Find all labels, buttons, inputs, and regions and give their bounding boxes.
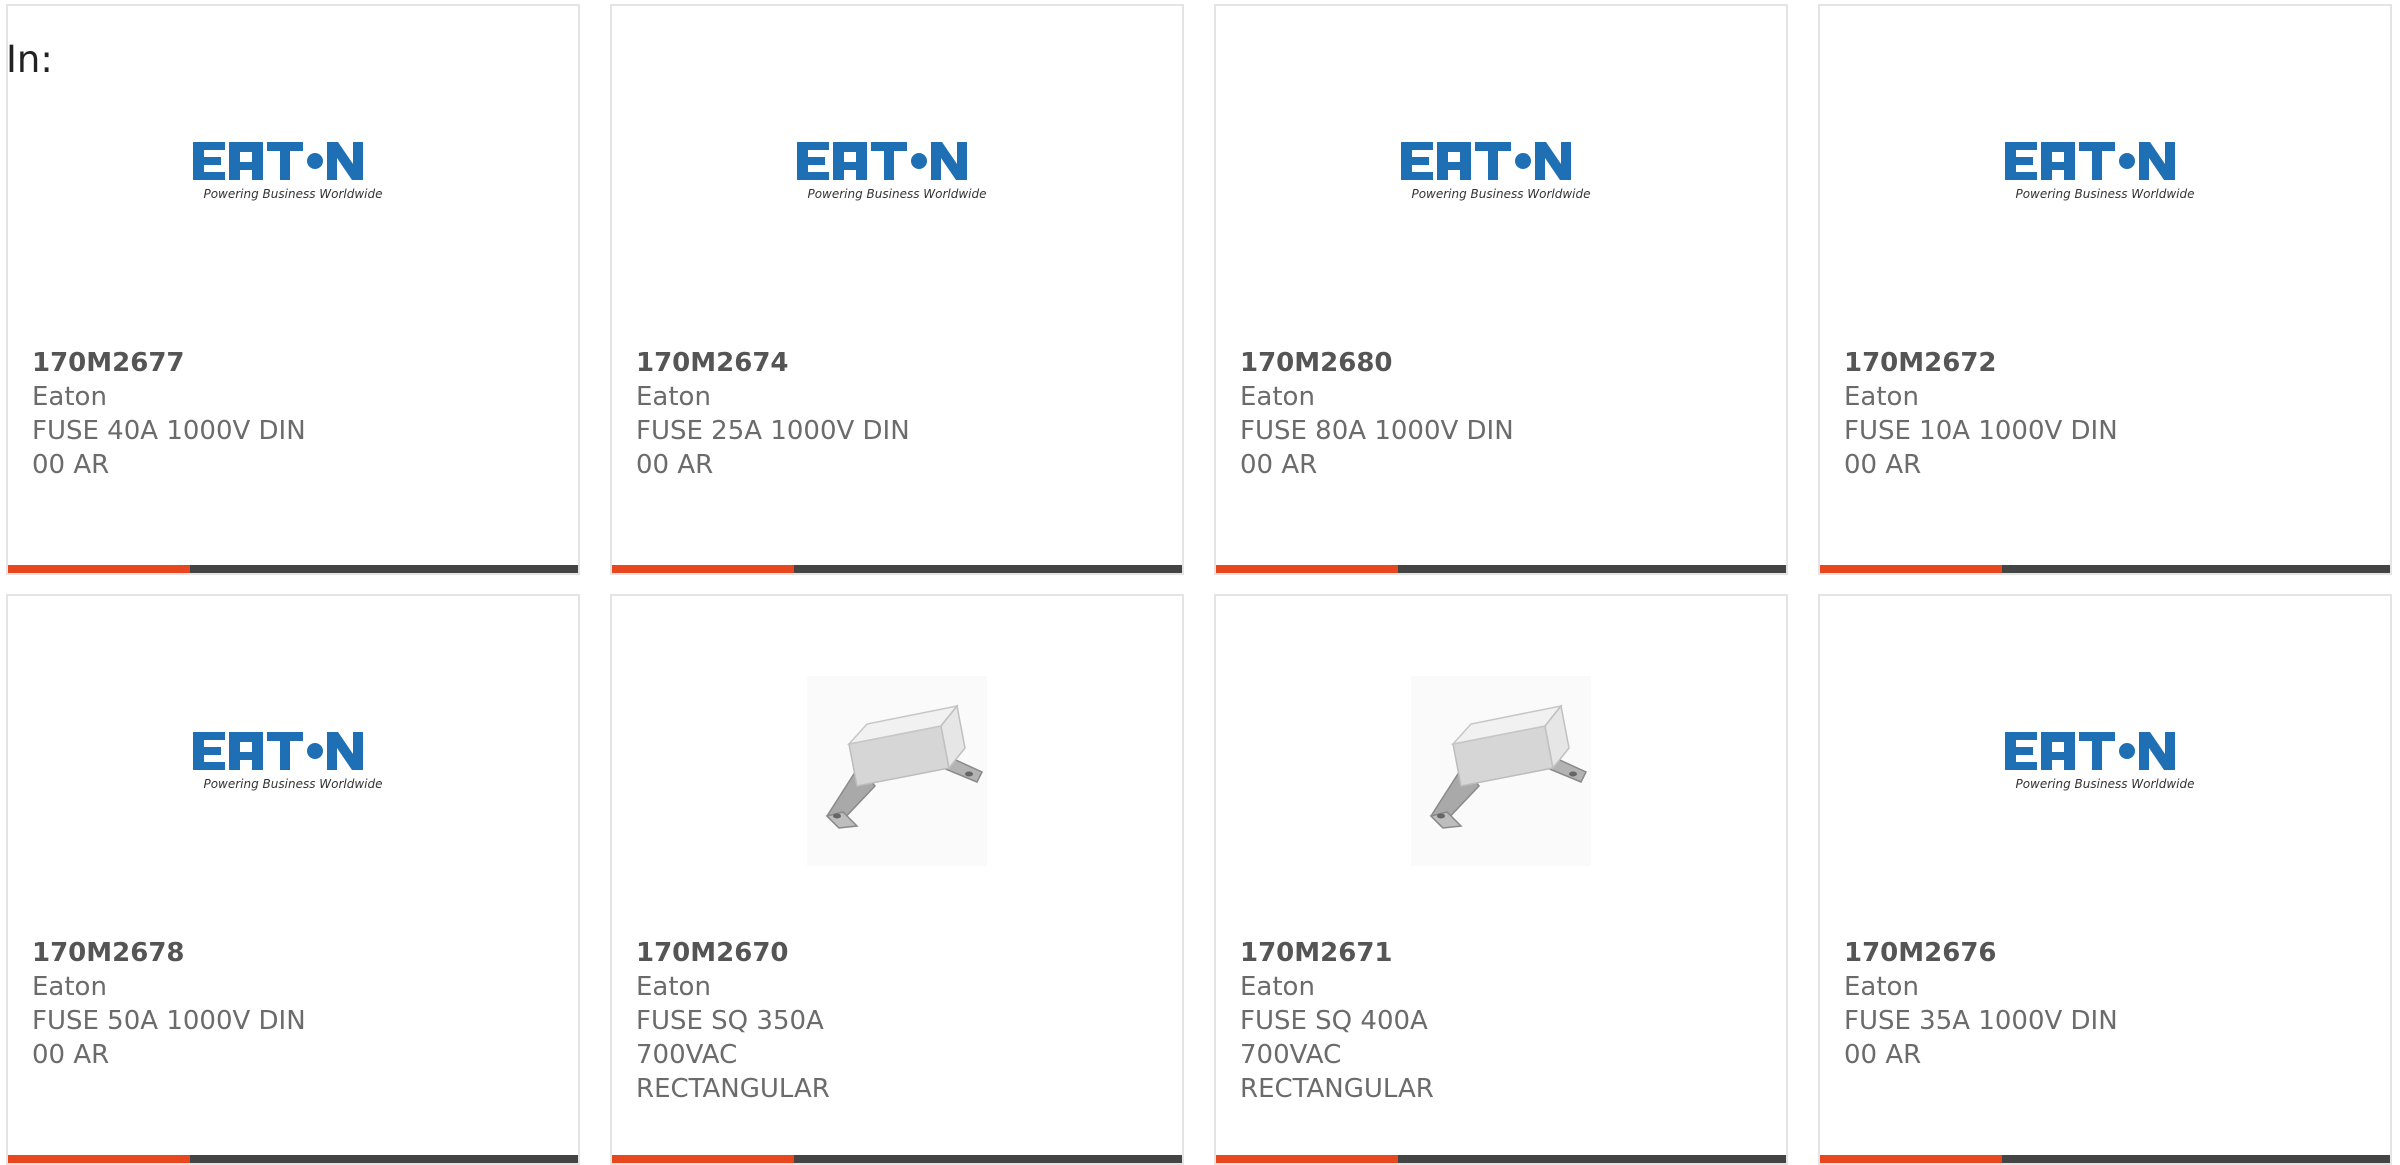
product-brand: Eaton	[1240, 382, 1315, 412]
fuse-photo	[1411, 676, 1591, 866]
product-part-number[interactable]: 170M2677	[32, 346, 558, 380]
card-accent-bar	[1820, 565, 2002, 573]
product-card[interactable]: Powering Business Worldwide 170M2680 Eaton…	[1214, 4, 1788, 575]
product-info: 170M2680 Eaton FUSE 80A 1000V DIN 00 AR	[1240, 346, 1766, 482]
eaton-logo: Powering Business Worldwide	[193, 142, 383, 201]
product-card[interactable]: 170M2671 Eaton FUSE SQ 400A 700VAC RECTANG…	[1214, 594, 1788, 1165]
product-info: 170M2672 Eaton FUSE 10A 1000V DIN 00 AR	[1844, 346, 2370, 482]
product-brand: Eaton	[1844, 972, 1919, 1002]
product-brand: Eaton	[32, 972, 107, 1002]
product-info: 170M2677 Eaton FUSE 40A 1000V DIN 00 AR	[32, 346, 558, 482]
eaton-logo: Powering Business Worldwide	[193, 732, 383, 791]
product-grid: Powering Business Worldwide 170M2677 Eaton…	[6, 4, 2400, 1165]
eaton-logo: Powering Business Worldwide	[1401, 142, 1591, 201]
product-info: 170M2676 Eaton FUSE 35A 1000V DIN 00 AR	[1844, 936, 2370, 1072]
product-description: FUSE SQ 350A 700VAC RECTANGULAR	[636, 1006, 830, 1104]
page-heading: In:	[6, 38, 53, 81]
product-description: FUSE SQ 400A 700VAC RECTANGULAR	[1240, 1006, 1434, 1104]
product-part-number[interactable]: 170M2671	[1240, 936, 1766, 970]
card-accent-bar	[1216, 1155, 1398, 1163]
product-part-number[interactable]: 170M2676	[1844, 936, 2370, 970]
card-accent-bar	[8, 565, 190, 573]
product-part-number[interactable]: 170M2678	[32, 936, 558, 970]
product-brand: Eaton	[32, 382, 107, 412]
product-part-number[interactable]: 170M2674	[636, 346, 1162, 380]
product-description: FUSE 10A 1000V DIN 00 AR	[1844, 416, 2118, 480]
product-brand: Eaton	[636, 382, 711, 412]
eaton-logo: Powering Business Worldwide	[2005, 142, 2195, 201]
eaton-tagline: Powering Business Worldwide	[2015, 187, 2194, 201]
product-card[interactable]: 170M2670 Eaton FUSE SQ 350A 700VAC RECTANG…	[610, 594, 1184, 1165]
product-info: 170M2670 Eaton FUSE SQ 350A 700VAC RECTANG…	[636, 936, 1162, 1106]
card-accent-bar	[612, 565, 794, 573]
fuse-photo	[807, 676, 987, 866]
product-brand: Eaton	[636, 972, 711, 1002]
eaton-tagline: Powering Business Worldwide	[807, 187, 986, 201]
eaton-tagline: Powering Business Worldwide	[1411, 187, 1590, 201]
eaton-logo: Powering Business Worldwide	[2005, 732, 2195, 791]
product-description: FUSE 80A 1000V DIN 00 AR	[1240, 416, 1514, 480]
eaton-logo: Powering Business Worldwide	[797, 142, 987, 201]
product-card[interactable]: Powering Business Worldwide 170M2672 Eaton…	[1818, 4, 2392, 575]
product-description: FUSE 25A 1000V DIN 00 AR	[636, 416, 910, 480]
product-part-number[interactable]: 170M2680	[1240, 346, 1766, 380]
eaton-tagline: Powering Business Worldwide	[2015, 777, 2194, 791]
product-part-number[interactable]: 170M2672	[1844, 346, 2370, 380]
product-card[interactable]: Powering Business Worldwide 170M2674 Eaton…	[610, 4, 1184, 575]
eaton-tagline: Powering Business Worldwide	[203, 187, 382, 201]
product-info: 170M2671 Eaton FUSE SQ 400A 700VAC RECTANG…	[1240, 936, 1766, 1106]
product-card[interactable]: Powering Business Worldwide 170M2676 Eaton…	[1818, 594, 2392, 1165]
product-description: FUSE 35A 1000V DIN 00 AR	[1844, 1006, 2118, 1070]
card-accent-bar	[1216, 565, 1398, 573]
product-brand: Eaton	[1844, 382, 1919, 412]
card-accent-bar	[1820, 1155, 2002, 1163]
product-card[interactable]: Powering Business Worldwide 170M2677 Eaton…	[6, 4, 580, 575]
product-description: FUSE 40A 1000V DIN 00 AR	[32, 416, 306, 480]
product-info: 170M2674 Eaton FUSE 25A 1000V DIN 00 AR	[636, 346, 1162, 482]
product-card[interactable]: Powering Business Worldwide 170M2678 Eaton…	[6, 594, 580, 1165]
eaton-tagline: Powering Business Worldwide	[203, 777, 382, 791]
product-brand: Eaton	[1240, 972, 1315, 1002]
product-description: FUSE 50A 1000V DIN 00 AR	[32, 1006, 306, 1070]
card-accent-bar	[612, 1155, 794, 1163]
product-info: 170M2678 Eaton FUSE 50A 1000V DIN 00 AR	[32, 936, 558, 1072]
product-part-number[interactable]: 170M2670	[636, 936, 1162, 970]
card-accent-bar	[8, 1155, 190, 1163]
